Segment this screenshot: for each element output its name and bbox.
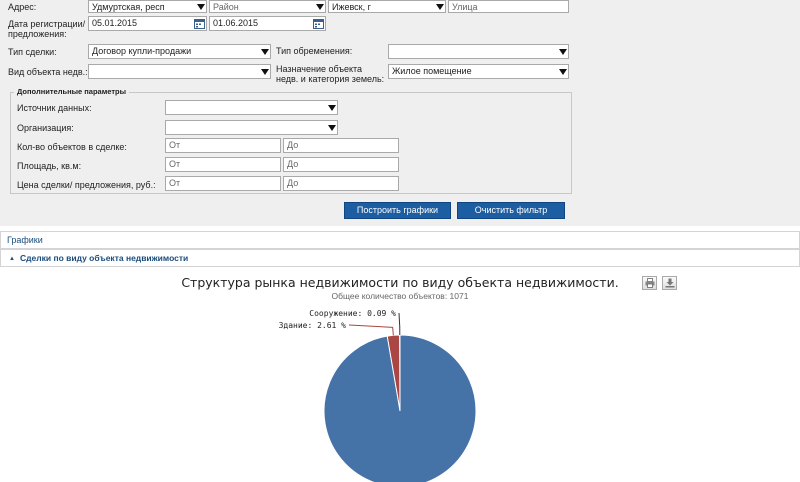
area-label: Площадь, кв.м: [17,161,82,171]
chevron-down-icon[interactable] [195,1,206,12]
from-placeholder: От [169,178,181,188]
date-label-line2: предложения: [8,29,67,39]
to-placeholder: До [287,159,299,169]
chevron-down-icon[interactable] [557,45,568,58]
count-label: Кол-во объектов в сделке: [17,142,127,152]
street-placeholder: Улица [452,2,478,12]
pie-chart: Сооружение: 0.09 % Здание: 2.61 % [279,309,477,482]
count-to-input[interactable]: До [283,138,399,153]
district-select[interactable]: Район [209,0,326,13]
date-from-value: 05.01.2015 [92,18,138,28]
encumbrance-label: Тип обременения: [276,46,353,56]
address-label: Адрес: [8,2,37,12]
chevron-down-icon[interactable] [434,1,445,12]
source-select[interactable] [165,100,338,115]
date-to-value: 01.06.2015 [213,18,259,28]
print-button[interactable] [642,276,657,290]
chevron-down-icon[interactable] [557,65,568,78]
price-to-input[interactable]: До [283,176,399,191]
price-label: Цена сделки/ предложения, руб.: [17,180,156,190]
to-placeholder: До [287,178,299,188]
purpose-select[interactable]: Жилое помещение [388,64,569,79]
region-select[interactable]: Удмуртская, респ [88,0,207,13]
deal-type-label: Тип сделки: [8,47,57,57]
chevron-down-icon[interactable] [314,1,325,12]
pie-label-connector [348,324,394,336]
chart-title: Структура рынка недвижимости по виду объ… [181,275,619,290]
export-button[interactable] [662,276,677,290]
object-type-label: Вид объекта недв.: [8,67,88,77]
to-placeholder: До [287,140,299,150]
region-value: Удмуртская, респ [92,2,165,12]
city-value: Ижевск, г [332,2,371,12]
pie-slice-label: Здание: 2.61 % [279,321,347,330]
count-from-input[interactable]: От [165,138,281,153]
build-charts-button[interactable]: Построить графики [344,202,451,219]
graphs-section-title: Графики [7,235,43,245]
org-label: Организация: [17,123,74,133]
download-icon [665,278,674,288]
district-placeholder: Район [213,2,239,12]
area-from-input[interactable]: От [165,157,281,172]
date-to-input[interactable]: 01.06.2015 [209,16,326,31]
date-from-input[interactable]: 05.01.2015 [88,16,207,31]
source-label: Источник данных: [17,103,92,113]
area-to-input[interactable]: До [283,157,399,172]
object-type-select[interactable] [88,64,271,79]
from-placeholder: От [169,159,181,169]
deals-by-type-title: Сделки по виду объекта недвижимости [19,253,189,263]
clear-filter-button[interactable]: Очистить фильтр [457,202,565,219]
graphs-section-header[interactable]: Графики [0,231,800,249]
from-placeholder: От [169,140,181,150]
chevron-down-icon[interactable] [326,121,337,134]
purpose-value: Жилое помещение [392,66,472,76]
chevron-down-icon[interactable] [259,65,270,78]
pie-label-connector [398,312,401,336]
pie-slice-label: Сооружение: 0.09 % [309,309,396,318]
collapse-triangle-icon[interactable]: ▲ [9,251,15,267]
purpose-label-line1: Назначение объекта [276,64,363,74]
purpose-label-line2: недв. и категория земель: [276,74,385,84]
pie-slice[interactable] [323,334,477,482]
date-label-line1: Дата регистрации/ [8,19,86,29]
org-select[interactable] [165,120,338,135]
chevron-down-icon[interactable] [259,45,270,58]
deals-by-type-header[interactable]: ▲ Сделки по виду объекта недвижимости [0,249,800,267]
calendar-icon[interactable] [194,18,205,29]
encumbrance-select[interactable] [388,44,569,59]
deal-type-value: Договор купли-продажи [92,46,192,56]
city-select[interactable]: Ижевск, г [328,0,446,13]
street-input[interactable]: Улица [448,0,569,13]
additional-params-title: Дополнительные параметры [14,87,129,96]
chevron-down-icon[interactable] [326,101,337,114]
filter-panel: Адрес: Удмуртская, респ Район Ижевск, г … [0,0,800,226]
calendar-icon[interactable] [313,18,324,29]
price-from-input[interactable]: От [165,176,281,191]
printer-icon [645,278,654,288]
deal-type-select[interactable]: Договор купли-продажи [88,44,271,59]
